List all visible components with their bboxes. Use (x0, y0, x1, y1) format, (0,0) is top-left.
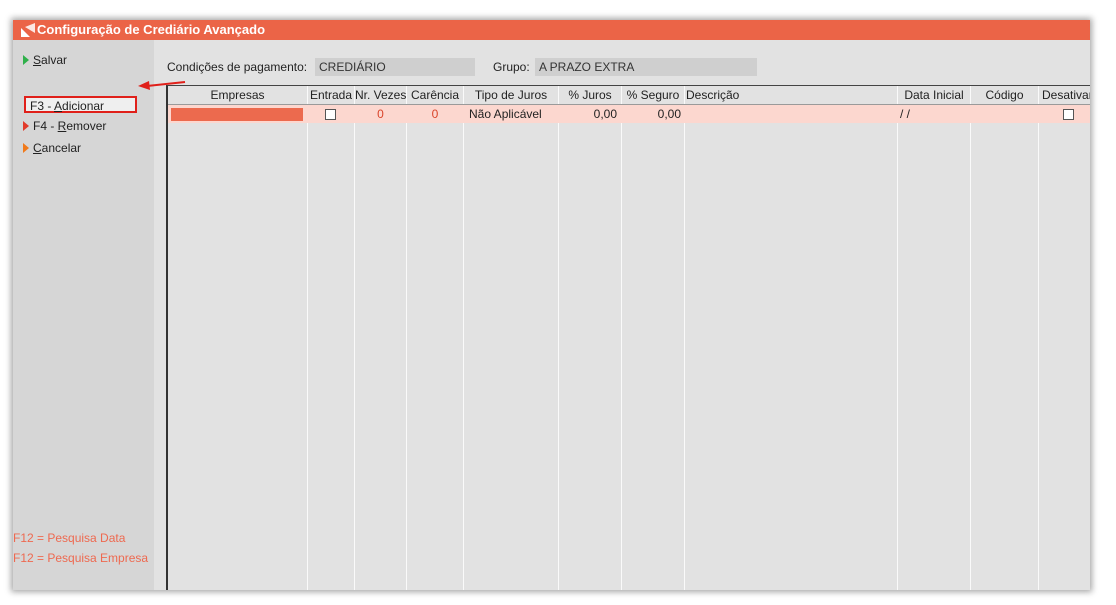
col-header-entrada[interactable]: Entrada (308, 86, 354, 104)
grupo-label: Grupo: (493, 60, 530, 74)
nr-vezes-cell[interactable]: 0 (355, 105, 406, 123)
condicoes-label: Condições de pagamento: (167, 60, 308, 74)
column-divider (1038, 86, 1039, 590)
orange-arrow-icon (23, 143, 29, 153)
column-divider (463, 86, 464, 590)
col-header-empresas[interactable]: Empresas (168, 86, 307, 104)
carencia-cell[interactable]: 0 (407, 105, 463, 123)
column-divider (558, 86, 559, 590)
app-window: Configuração de Crediário Avançado Salva… (13, 20, 1090, 590)
column-divider (970, 86, 971, 590)
grupo-field[interactable]: A PRAZO EXTRA (535, 58, 757, 76)
sidebar: Salvar F3 - Adicionar F4 - Remover Cance… (13, 40, 154, 590)
cancel-label: Cancelar (33, 141, 82, 155)
app-logo-icon (21, 23, 35, 37)
data-inicial-cell[interactable]: / / (900, 105, 970, 123)
col-header-nr-vezes[interactable]: Nr. Vezes (355, 86, 406, 104)
add-label: F3 - Adicionar (30, 99, 105, 113)
column-divider (684, 86, 685, 590)
desativar-checkbox[interactable] (1063, 109, 1074, 120)
column-divider (621, 86, 622, 590)
hint-pesquisa-empresa: F12 = Pesquisa Empresa (13, 551, 149, 565)
column-divider (897, 86, 898, 590)
descricao-cell[interactable] (686, 105, 896, 123)
column-divider (406, 86, 407, 590)
column-divider (307, 86, 308, 590)
col-header-tipo-juros[interactable]: Tipo de Juros (464, 86, 558, 104)
col-header-desativar[interactable]: Desativar (1042, 86, 1090, 104)
entrada-checkbox[interactable] (325, 109, 336, 120)
remove-label: F4 - Remover (33, 119, 107, 133)
save-button[interactable]: Salvar (23, 51, 67, 69)
window-title: Configuração de Crediário Avançado (37, 22, 266, 37)
title-bar: Configuração de Crediário Avançado (13, 20, 1090, 40)
col-header-descricao[interactable]: Descrição (686, 86, 897, 104)
remove-button[interactable]: F4 - Remover (23, 117, 106, 135)
codigo-cell[interactable] (971, 105, 1038, 123)
red-arrow-icon (23, 121, 29, 131)
condicoes-field[interactable]: CREDIÁRIO (315, 58, 475, 76)
seguro-cell[interactable]: 0,00 (622, 105, 681, 123)
col-header-seguro[interactable]: % Seguro (622, 86, 684, 104)
col-header-juros[interactable]: % Juros (559, 86, 621, 104)
data-grid[interactable]: Empresas Entrada Nr. Vezes Carência Tipo… (166, 85, 1090, 590)
add-button[interactable]: F3 - Adicionar (24, 96, 137, 113)
green-arrow-icon (23, 55, 29, 65)
cancel-button[interactable]: Cancelar (23, 139, 81, 157)
col-header-codigo[interactable]: Código (971, 86, 1038, 104)
save-label: Salvar (33, 53, 68, 67)
column-divider (354, 86, 355, 590)
col-header-data-inicial[interactable]: Data Inicial (898, 86, 970, 104)
tipo-juros-cell[interactable]: Não Aplicável (469, 105, 558, 123)
col-header-carencia[interactable]: Carência (407, 86, 463, 104)
empresas-cell-selected[interactable] (171, 108, 303, 121)
juros-cell[interactable]: 0,00 (559, 105, 617, 123)
hint-pesquisa-data: F12 = Pesquisa Data (13, 531, 126, 545)
